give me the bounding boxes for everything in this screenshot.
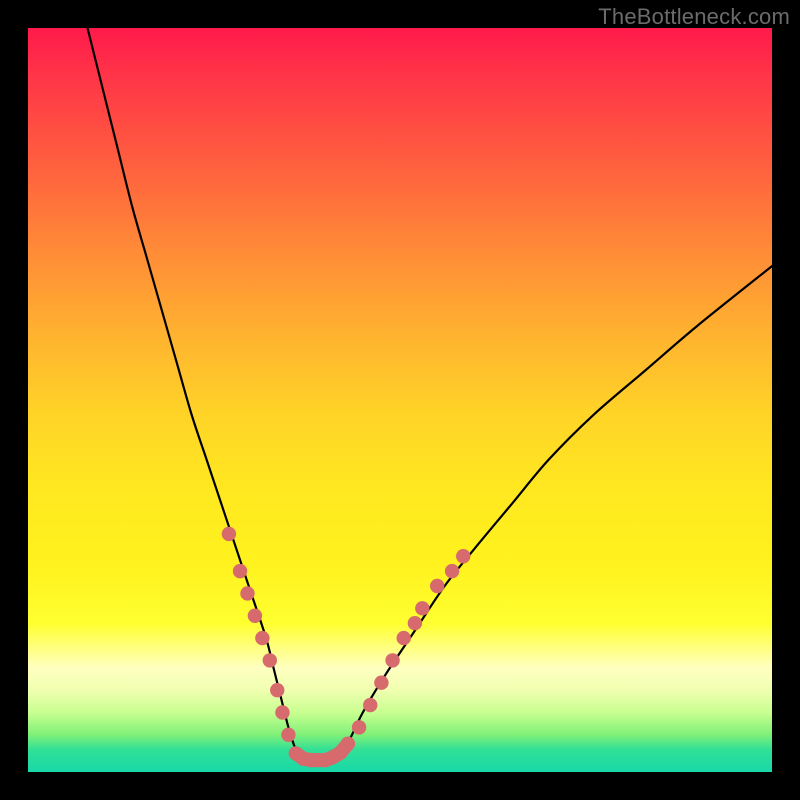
marker-flat-bottom	[318, 753, 332, 767]
marker-left-cluster	[222, 527, 236, 541]
marker-right-cluster	[430, 579, 444, 593]
marker-right-cluster	[385, 653, 399, 667]
marker-left-cluster	[255, 631, 269, 645]
data-markers	[222, 527, 471, 768]
marker-right-cluster	[397, 631, 411, 645]
marker-right-cluster	[445, 564, 459, 578]
marker-right-cluster	[415, 601, 429, 615]
marker-right-cluster	[408, 616, 422, 630]
marker-left-cluster	[281, 728, 295, 742]
marker-left-cluster	[270, 683, 284, 697]
marker-right-cluster	[374, 676, 388, 690]
marker-flat-bottom	[341, 737, 355, 751]
chart-svg	[28, 28, 772, 772]
bottleneck-curve	[88, 28, 772, 762]
marker-left-cluster	[240, 586, 254, 600]
bottom-cap	[296, 744, 348, 760]
marker-flat-bottom	[311, 753, 325, 767]
marker-left-cluster	[275, 705, 289, 719]
marker-right-cluster	[456, 549, 470, 563]
marker-flat-bottom	[304, 753, 318, 767]
plot-area	[28, 28, 772, 772]
marker-right-cluster	[363, 698, 377, 712]
marker-flat-bottom	[296, 751, 310, 765]
marker-left-cluster	[233, 564, 247, 578]
marker-left-cluster	[263, 653, 277, 667]
marker-left-cluster	[248, 609, 262, 623]
marker-flat-bottom	[289, 746, 303, 760]
outer-frame: TheBottleneck.com	[0, 0, 800, 800]
watermark-text: TheBottleneck.com	[598, 4, 790, 30]
marker-right-cluster	[352, 720, 366, 734]
marker-flat-bottom	[326, 750, 340, 764]
marker-flat-bottom	[333, 745, 347, 759]
